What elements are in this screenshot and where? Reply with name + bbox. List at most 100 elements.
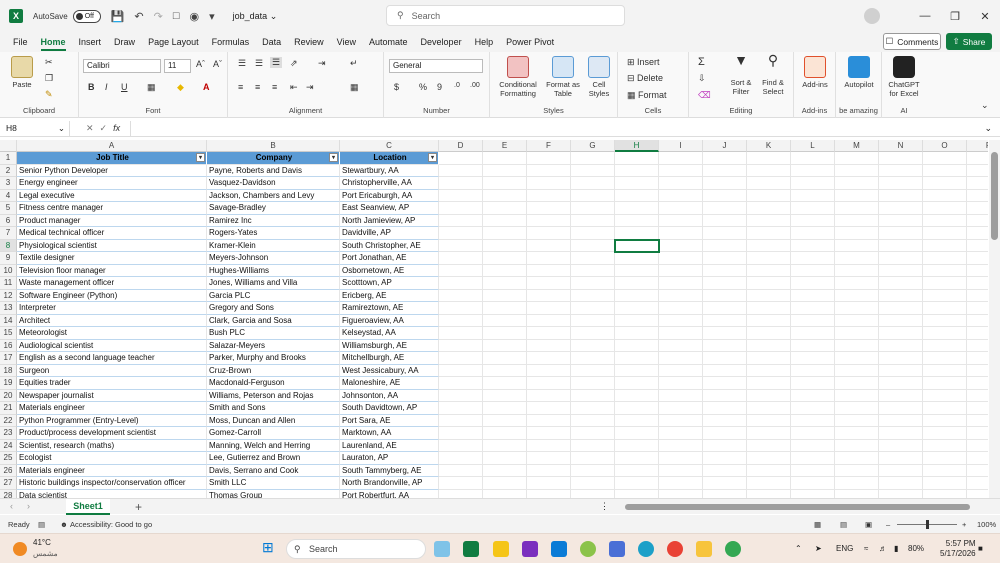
grid-cell[interactable] (571, 364, 615, 377)
grid-cell[interactable] (967, 190, 988, 202)
grid-cell[interactable] (527, 489, 571, 498)
grid-cell[interactable] (703, 252, 747, 265)
enter-formula-icon[interactable]: ✓ (100, 123, 114, 133)
grid-cell[interactable] (967, 165, 988, 177)
grid-cell[interactable] (483, 214, 527, 227)
grid-cell[interactable] (879, 314, 923, 327)
grid-cell[interactable] (967, 415, 988, 427)
grid-cell[interactable] (967, 215, 988, 227)
grid-cell[interactable] (615, 252, 659, 265)
grid-cell[interactable] (791, 327, 835, 340)
grid-cell[interactable] (659, 477, 703, 490)
grid-cell[interactable] (703, 277, 747, 290)
grid-cell[interactable] (703, 327, 747, 340)
grid-cell[interactable] (791, 489, 835, 498)
column-header-h[interactable]: H (615, 140, 659, 152)
grid-cell[interactable] (923, 464, 967, 477)
grid-cell[interactable] (923, 252, 967, 265)
grid-cell[interactable] (615, 414, 659, 427)
table-cell[interactable]: West Jessicabury, AA (340, 364, 439, 377)
grid-cell[interactable] (879, 439, 923, 452)
row-header[interactable]: 26 (0, 464, 17, 477)
row-header[interactable]: 19 (0, 377, 17, 390)
file-explorer-icon[interactable] (696, 541, 712, 557)
grid-cell[interactable] (439, 289, 483, 302)
grid-cell[interactable] (703, 214, 747, 227)
grid-cell[interactable] (967, 402, 988, 415)
italic-button[interactable]: I (105, 82, 108, 92)
grid-cell[interactable] (615, 439, 659, 452)
currency-button[interactable]: $ (394, 82, 399, 92)
grid-cell[interactable] (923, 427, 967, 440)
grid-cell[interactable] (747, 377, 791, 390)
font-color-icon[interactable]: A (203, 82, 210, 92)
grid-cell[interactable] (879, 289, 923, 302)
grid-cell[interactable] (967, 152, 988, 165)
grid-cell[interactable] (923, 377, 967, 390)
grid-cell[interactable] (527, 289, 571, 302)
grid-cell[interactable] (703, 402, 747, 415)
paste-button[interactable]: Paste (8, 56, 36, 89)
zoom-in-icon[interactable]: + (962, 520, 966, 529)
clock[interactable]: 5:57 PM 5/17/2026 (940, 539, 976, 559)
horizontal-scroll-thumb[interactable] (625, 504, 970, 510)
grid-cell[interactable] (483, 177, 527, 190)
grid-cell[interactable] (615, 364, 659, 377)
table-cell[interactable]: Audiological scientist (17, 339, 207, 352)
grid-cell[interactable] (747, 152, 791, 165)
table-cell[interactable]: Materials engineer (17, 402, 207, 415)
grid-cell[interactable] (703, 414, 747, 427)
number-format-select[interactable]: General (389, 59, 483, 73)
row-header[interactable]: 28 (0, 489, 17, 498)
grid-cell[interactable] (747, 439, 791, 452)
grid-cell[interactable] (791, 264, 835, 277)
grid-cell[interactable] (483, 327, 527, 340)
grid-cell[interactable] (571, 452, 615, 465)
grid-cell[interactable] (923, 239, 967, 252)
grid-cell[interactable] (571, 202, 615, 215)
middle-align-icon[interactable]: ☰ (255, 58, 263, 69)
grid-cell[interactable] (615, 189, 659, 202)
percent-button[interactable]: % (419, 82, 427, 92)
table-cell[interactable]: Kramer-Klein (207, 239, 340, 252)
row-header[interactable]: 24 (0, 439, 17, 452)
grid-cell[interactable] (879, 327, 923, 340)
grid-cell[interactable] (527, 239, 571, 252)
bottom-align-icon[interactable]: ☰ (270, 57, 283, 68)
grid-cell[interactable] (527, 414, 571, 427)
grid-cell[interactable] (527, 439, 571, 452)
grid-cell[interactable] (483, 314, 527, 327)
table-cell[interactable]: Bush PLC (207, 327, 340, 340)
grid-cell[interactable] (483, 339, 527, 352)
grid-cell[interactable] (923, 327, 967, 340)
grid-cell[interactable] (527, 302, 571, 315)
grid-cell[interactable] (879, 464, 923, 477)
grid-cell[interactable] (703, 477, 747, 490)
grid-cell[interactable] (615, 177, 659, 190)
table-cell[interactable]: Ramirez Inc (207, 214, 340, 227)
zoom-out-icon[interactable]: – (886, 520, 890, 529)
tab-review[interactable]: Review (294, 37, 324, 47)
grid-cell[interactable] (703, 189, 747, 202)
grid-cell[interactable] (835, 377, 879, 390)
row-header[interactable]: 25 (0, 452, 17, 465)
grid-cell[interactable] (659, 152, 703, 165)
grid-cell[interactable] (747, 477, 791, 490)
grid-cell[interactable] (747, 427, 791, 440)
table-cell[interactable]: Macdonald-Ferguson (207, 377, 340, 390)
grid-cell[interactable] (659, 277, 703, 290)
row-header[interactable]: 17 (0, 352, 17, 365)
row-header[interactable]: 23 (0, 427, 17, 440)
minimize-icon[interactable]: — (910, 10, 940, 22)
grid-cell[interactable] (439, 314, 483, 327)
share-button[interactable]: ⇧ Share (946, 33, 992, 50)
indent-icon[interactable]: ⇥ (318, 58, 326, 69)
decrease-font-icon[interactable]: Aˇ (213, 59, 222, 69)
table-cell[interactable]: Lee, Gutierrez and Brown (207, 452, 340, 465)
sheet-options-icon[interactable]: ⋮ (600, 501, 609, 512)
table-cell[interactable]: Manning, Welch and Herring (207, 439, 340, 452)
grid-cell[interactable] (791, 464, 835, 477)
grid-cell[interactable] (571, 427, 615, 440)
grid-cell[interactable] (835, 214, 879, 227)
column-header-o[interactable]: O (923, 140, 967, 152)
